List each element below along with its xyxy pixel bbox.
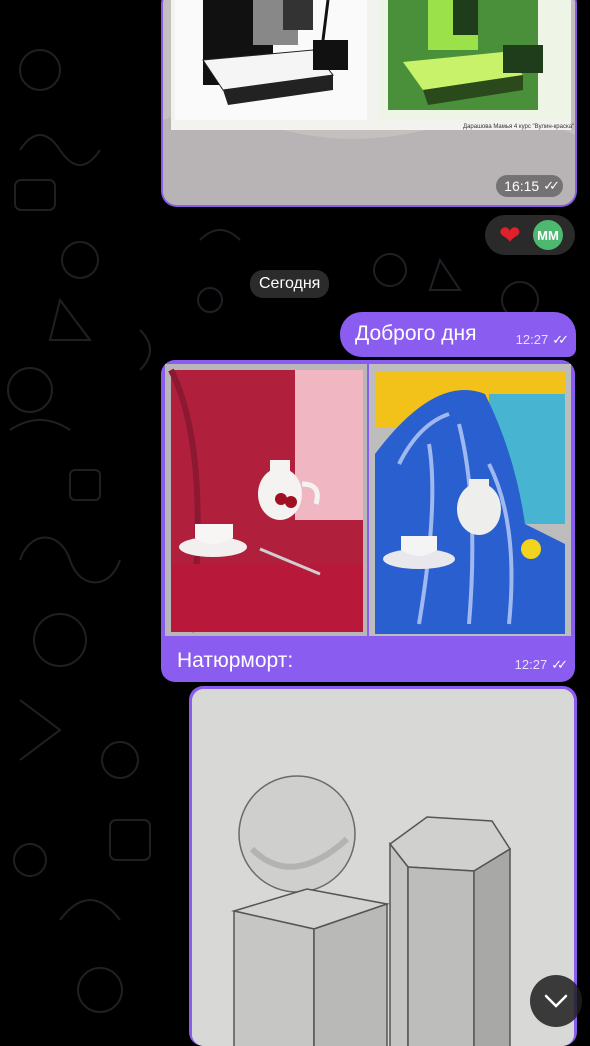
double-check-icon: ✓✓	[543, 178, 560, 193]
still-life-red-painting	[165, 364, 367, 636]
album-photo-2[interactable]	[369, 364, 571, 636]
message-meta: 12:27 ✓✓	[514, 657, 568, 673]
heart-reaction-icon[interactable]: ❤	[499, 221, 521, 249]
still-life-blue-painting	[369, 364, 571, 636]
message-meta: 12:27 ✓✓	[515, 332, 569, 348]
double-check-icon: ✓✓	[551, 657, 568, 672]
message-time: 12:27	[514, 657, 548, 672]
pencil-drawing-photo	[192, 689, 574, 1046]
scroll-down-button[interactable]	[530, 975, 582, 1027]
album-message[interactable]: Натюрморт: 12:27 ✓✓	[161, 360, 575, 682]
avatar[interactable]: ММ	[533, 220, 563, 250]
chevron-down-icon	[544, 994, 568, 1008]
photo-message-3[interactable]	[189, 686, 577, 1046]
album-photo-1[interactable]	[165, 364, 367, 636]
message-text: Доброго дня	[355, 322, 477, 345]
date-separator: Сегодня	[250, 270, 330, 298]
double-check-icon: ✓✓	[552, 332, 569, 347]
message-time: 12:27	[515, 332, 549, 347]
album-caption: Натюрморт:	[177, 649, 294, 672]
painting-caption: Дарашова Мамья 4 курс "Вулин-краска"	[463, 124, 574, 130]
photo-message-1[interactable]: Дарашова Мамья 4 курс "Вулин-краска" 16:…	[163, 0, 575, 205]
reaction-bar[interactable]: ❤ ММ	[485, 215, 575, 255]
text-message-bubble[interactable]: Доброго дня 12:27 ✓✓	[340, 312, 576, 357]
message-time-badge: 16:15 ✓✓	[496, 175, 563, 197]
message-time: 16:15	[504, 178, 540, 194]
